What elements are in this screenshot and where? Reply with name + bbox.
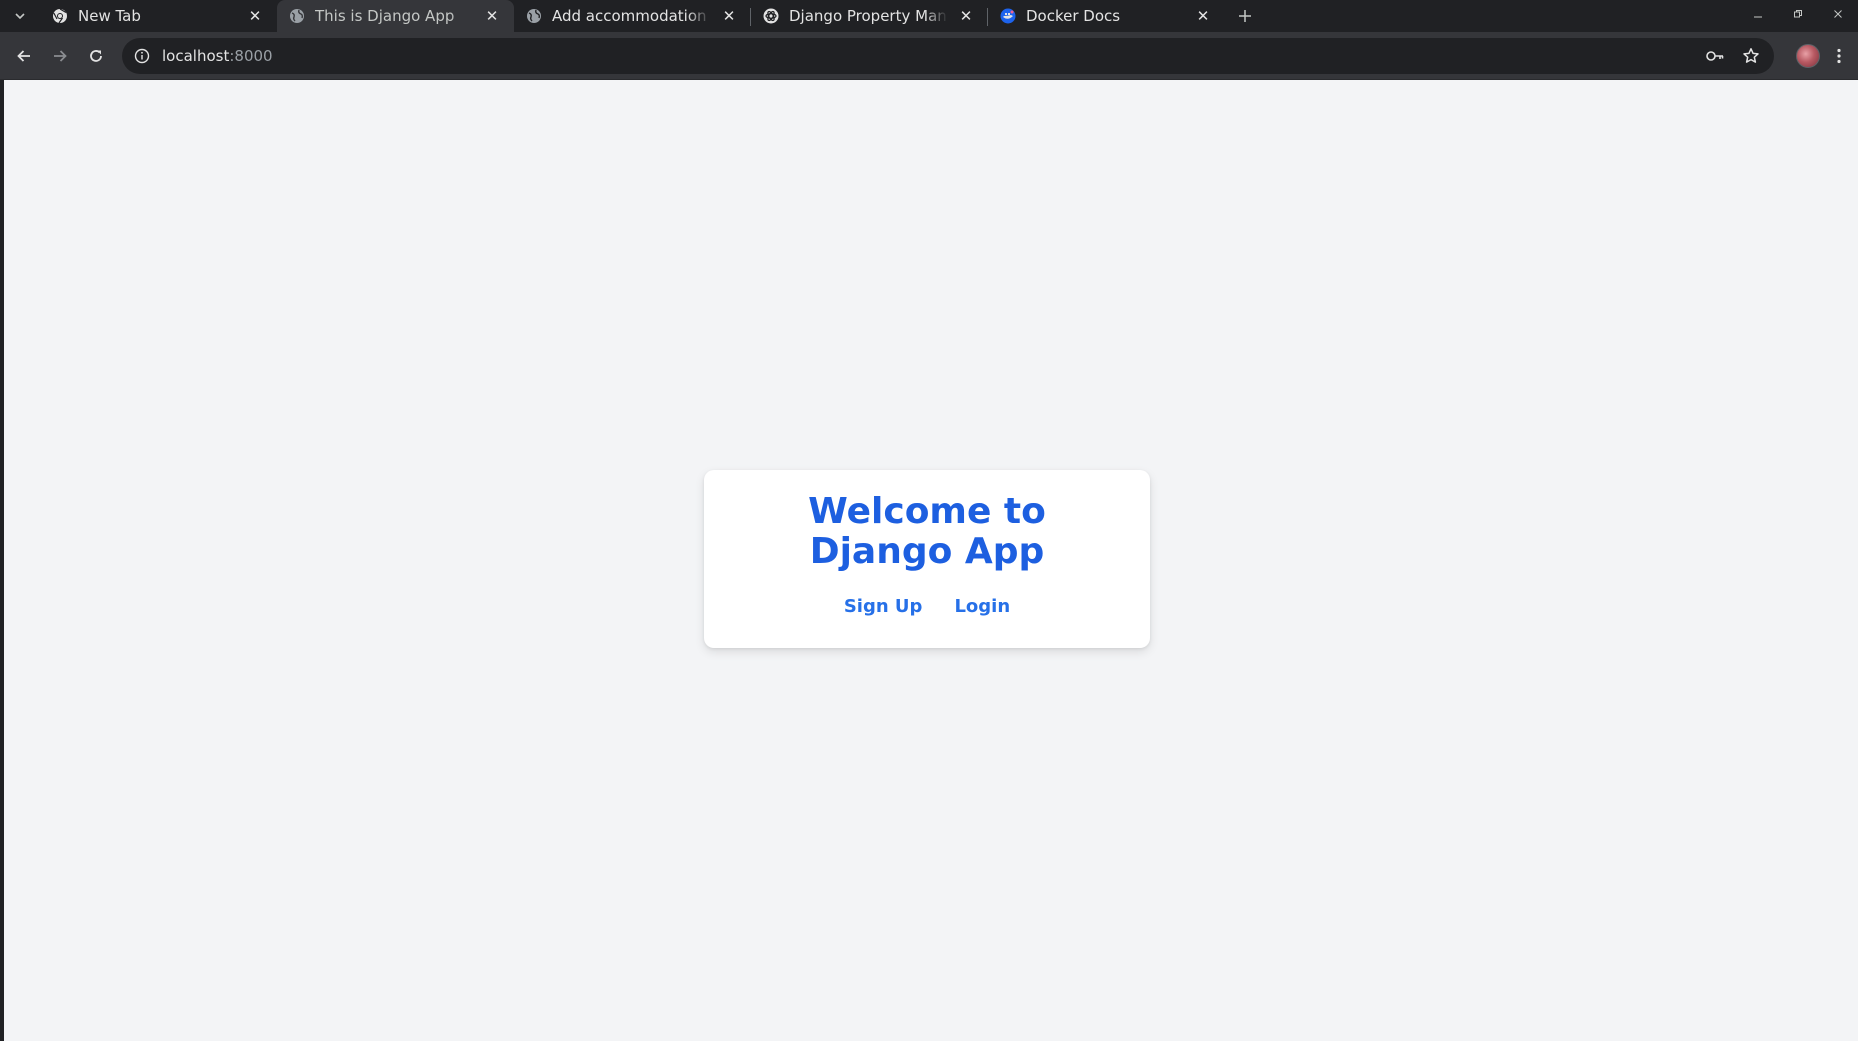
page-title: Welcome to Django App xyxy=(808,491,1046,572)
close-icon[interactable]: ✕ xyxy=(719,6,739,26)
minimize-button[interactable] xyxy=(1738,0,1778,28)
signup-link[interactable]: Sign Up xyxy=(844,596,923,617)
new-tab-button[interactable] xyxy=(1229,0,1261,32)
tab-docker-docs[interactable]: Docker Docs ✕ xyxy=(988,0,1225,32)
back-button[interactable] xyxy=(6,38,42,74)
close-icon[interactable]: ✕ xyxy=(482,6,502,26)
tab-new-tab[interactable]: New Tab ✕ xyxy=(40,0,277,32)
close-icon xyxy=(1834,10,1842,18)
minimize-icon xyxy=(1754,16,1762,18)
chrome-icon xyxy=(52,8,68,24)
tab-title: Django Property Manage xyxy=(789,7,948,25)
site-info-icon[interactable] xyxy=(132,46,152,66)
openai-icon xyxy=(763,8,779,24)
reload-button[interactable] xyxy=(78,38,114,74)
bookmark-star-icon[interactable] xyxy=(1738,43,1764,69)
page-viewport: Welcome to Django App Sign Up Login xyxy=(4,80,1858,1041)
close-icon[interactable]: ✕ xyxy=(245,6,265,26)
tab-django-app[interactable]: This is Django App ✕ xyxy=(277,0,514,32)
tab-add-accommodation[interactable]: Add accommodation | Dj ✕ xyxy=(514,0,751,32)
docker-icon xyxy=(1000,8,1016,24)
url-host: localhost xyxy=(162,46,230,65)
omnibox-actions xyxy=(1702,43,1764,69)
globe-icon xyxy=(289,8,305,24)
plus-icon xyxy=(1239,10,1251,22)
arrow-right-icon xyxy=(54,49,67,62)
tab-django-property-manager[interactable]: Django Property Manage ✕ xyxy=(751,0,988,32)
tab-title: Docker Docs xyxy=(1026,7,1121,25)
close-window-button[interactable] xyxy=(1818,0,1858,28)
tab-search-button[interactable] xyxy=(0,0,40,32)
reload-icon xyxy=(90,49,102,62)
password-key-icon[interactable] xyxy=(1702,43,1728,69)
close-icon[interactable]: ✕ xyxy=(1193,6,1213,26)
tab-title: Add accommodation | Dj xyxy=(552,7,711,25)
auth-links: Sign Up Login xyxy=(704,596,1150,617)
forward-button[interactable] xyxy=(42,38,78,74)
browser-toolbar: localhost:8000 xyxy=(0,32,1858,80)
globe-icon xyxy=(526,8,542,24)
restore-icon xyxy=(1794,10,1802,18)
tab-title: This is Django App xyxy=(315,7,455,25)
browser-menu-button[interactable] xyxy=(1826,38,1852,74)
login-link[interactable]: Login xyxy=(954,596,1010,617)
url-port: :8000 xyxy=(229,46,273,65)
restore-button[interactable] xyxy=(1778,0,1818,28)
window-controls xyxy=(1738,0,1858,28)
arrow-left-icon xyxy=(17,49,30,62)
tab-title: New Tab xyxy=(78,7,141,25)
chevron-down-icon xyxy=(15,13,25,20)
tab-strip: New Tab ✕ This is Django App ✕ Add accom… xyxy=(0,0,1858,32)
profile-avatar[interactable] xyxy=(1796,43,1820,68)
close-icon[interactable]: ✕ xyxy=(956,6,976,26)
welcome-card: Welcome to Django App Sign Up Login xyxy=(704,470,1150,648)
address-bar[interactable]: localhost:8000 xyxy=(122,37,1774,74)
kebab-menu-icon xyxy=(1837,48,1841,63)
